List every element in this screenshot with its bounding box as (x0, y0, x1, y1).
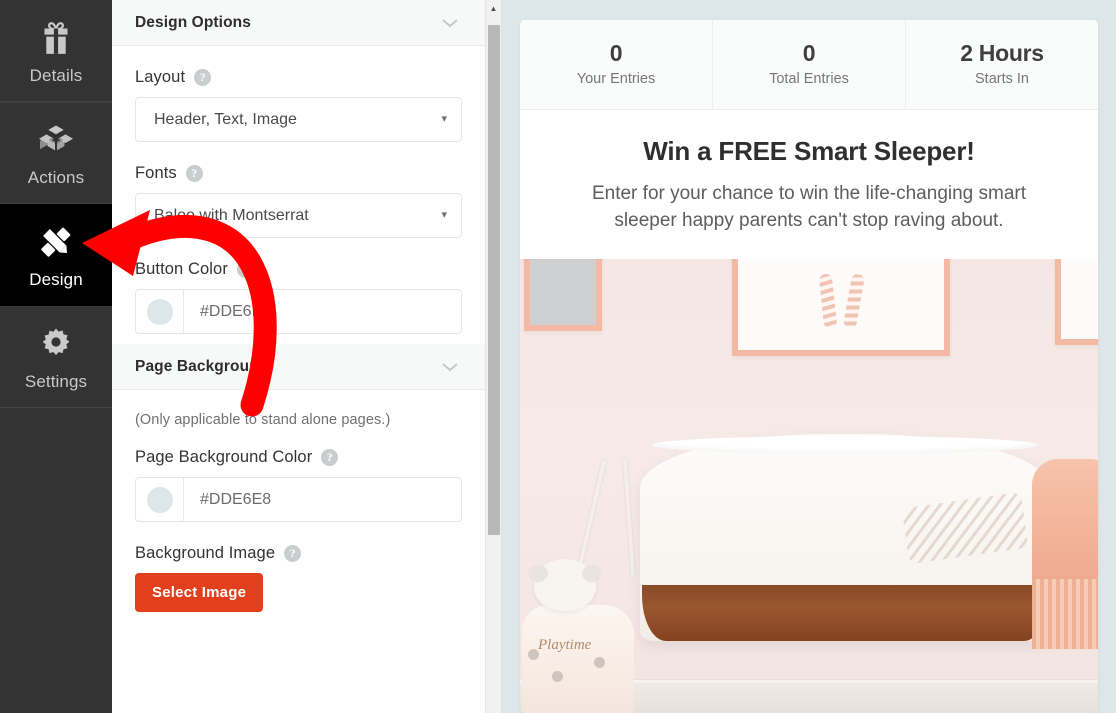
giveaway-builder-screen: Details Actions Design Settings Design O… (0, 0, 1116, 713)
bassinet-rim (652, 435, 1038, 454)
pouf-fringe (1032, 578, 1098, 649)
giveaway-subtext: Enter for your chance to win the life-ch… (591, 183, 1027, 231)
help-icon[interactable]: ? (236, 261, 254, 278)
design-options-body: Layout ? Header, Text, Image ▾ Fonts ? B… (112, 46, 485, 344)
button-color-value[interactable]: #DDE6E8 (184, 290, 461, 333)
stat-starts-in: 2 Hours Starts In (906, 20, 1098, 109)
wall-frame (732, 258, 950, 356)
sidebar-item-label: Actions (27, 168, 85, 187)
page-background-color-field[interactable]: #DDE6E8 (135, 477, 462, 522)
stat-value: 0 (802, 40, 816, 67)
blocks-icon (36, 120, 76, 160)
field-label: Fonts (135, 164, 177, 182)
giveaway-copy: Win a FREE Smart Sleeper! Enter for your… (520, 110, 1098, 259)
section-header-design-options[interactable]: Design Options (112, 0, 485, 46)
page-background-body: (Only applicable to stand alone pages.) … (112, 390, 485, 622)
stat-total-entries: 0 Total Entries (713, 20, 906, 109)
pouf-basket (1032, 458, 1098, 649)
wall-frame (524, 258, 602, 331)
stat-label: Your Entries (576, 71, 656, 88)
section-title: Page Background (135, 357, 269, 375)
field-fonts: Fonts ? Baloo with Montserrat ▾ (135, 164, 462, 238)
left-sidebar: Details Actions Design Settings (0, 0, 112, 713)
stat-label: Total Entries (769, 71, 849, 88)
design-options-panel: Design Options Layout ? Header, Text, Im… (112, 0, 502, 713)
color-swatch (146, 486, 173, 513)
wall-frame (1055, 258, 1098, 345)
sidebar-item-actions[interactable]: Actions (0, 102, 112, 204)
color-swatch-button[interactable] (136, 290, 184, 333)
field-label: Background Image (135, 544, 276, 562)
page-background-color-value[interactable]: #DDE6E8 (184, 478, 461, 521)
field-label: Layout (135, 68, 186, 86)
section-title: Design Options (135, 13, 251, 31)
sidebar-item-label: Details (29, 65, 83, 85)
stat-your-entries: 0 Your Entries (520, 20, 713, 109)
field-label: Page Background Color (135, 448, 313, 466)
giveaway-card: 0 Your Entries 0 Total Entries 2 Hours S… (520, 20, 1098, 713)
bassinet-wood-band (642, 584, 1048, 641)
layout-select[interactable]: Header, Text, Image ▾ (135, 97, 462, 142)
help-icon[interactable]: ? (321, 449, 339, 466)
help-icon[interactable]: ? (194, 69, 212, 86)
design-icon (36, 222, 76, 262)
color-swatch (146, 298, 173, 325)
sidebar-item-design[interactable]: Design (0, 204, 112, 306)
giveaway-preview: 0 Your Entries 0 Total Entries 2 Hours S… (502, 0, 1116, 713)
sidebar-item-details[interactable]: Details (0, 0, 112, 102)
chevron-down-icon[interactable] (439, 356, 461, 378)
chevron-down-icon: ▾ (441, 113, 447, 125)
fonts-select-value: Baloo with Montserrat (154, 206, 309, 224)
giveaway-prize-image: Playtime (520, 258, 1098, 713)
scrollbar-thumb[interactable] (488, 25, 500, 535)
field-label: Button Color (135, 260, 228, 278)
panel-scrollbar[interactable]: ▲ (485, 0, 501, 713)
help-icon[interactable]: ? (185, 165, 203, 182)
field-button-color: Button Color ? #DDE6E8 (135, 260, 462, 334)
sidebar-item-label: Design (29, 270, 83, 289)
chevron-down-icon: ▾ (441, 209, 447, 221)
gift-icon (36, 18, 76, 58)
stat-value: 2 Hours (960, 40, 1044, 67)
entry-stats-bar: 0 Your Entries 0 Total Entries 2 Hours S… (520, 20, 1098, 110)
bassinet-fabric-fold (902, 492, 1029, 565)
sidebar-item-settings[interactable]: Settings (0, 306, 112, 408)
plush-toy-label: Playtime (538, 637, 592, 653)
giveaway-headline: Win a FREE Smart Sleeper! (643, 136, 975, 166)
plush-head (528, 559, 602, 611)
fonts-select[interactable]: Baloo with Montserrat ▾ (135, 193, 462, 238)
layout-select-value: Header, Text, Image (154, 110, 297, 128)
plush-body (522, 605, 634, 713)
field-background-image: Background Image ? Select Image (135, 544, 462, 612)
stat-label: Starts In (975, 71, 1029, 88)
chevron-down-icon[interactable] (439, 12, 461, 34)
bassinet (640, 433, 1050, 641)
section-header-page-background[interactable]: Page Background (112, 344, 485, 390)
bassinet-basket (640, 433, 1050, 641)
color-swatch-button[interactable] (136, 478, 184, 521)
select-image-button[interactable]: Select Image (135, 573, 264, 612)
button-color-field[interactable]: #DDE6E8 (135, 289, 462, 334)
stat-value: 0 (609, 40, 623, 67)
page-background-note: (Only applicable to stand alone pages.) (135, 412, 391, 428)
gear-icon (36, 324, 76, 364)
help-icon[interactable]: ? (284, 545, 302, 562)
sidebar-item-label: Settings (24, 372, 88, 391)
plush-toy: Playtime (522, 553, 642, 713)
scroll-up-arrow-icon[interactable]: ▲ (486, 0, 501, 17)
field-page-background-color: Page Background Color ? #DDE6E8 (135, 448, 462, 522)
field-layout: Layout ? Header, Text, Image ▾ (135, 68, 462, 142)
wall-art-legs (818, 273, 866, 330)
